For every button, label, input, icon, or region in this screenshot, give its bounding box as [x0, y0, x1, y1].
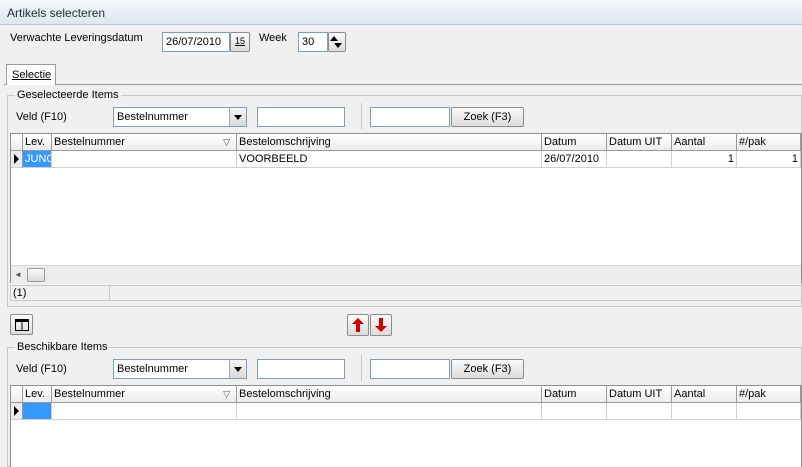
record-count: (1) — [13, 287, 27, 299]
week-field[interactable]: 30 — [298, 32, 328, 52]
chevron-down-icon[interactable] — [229, 360, 246, 378]
sort-icon: ▽ — [223, 137, 230, 147]
column-header-pak[interactable]: #/pak — [737, 386, 801, 403]
row-header-corner — [11, 134, 23, 151]
red-down-arrow-icon[interactable] — [370, 314, 392, 336]
columns-icon[interactable] — [10, 314, 33, 335]
column-header-pak[interactable]: #/pak — [737, 134, 801, 151]
window-title: Artikels selecteren — [7, 6, 106, 20]
row-header-corner — [11, 386, 23, 403]
table-cell-datum-uit[interactable] — [607, 403, 672, 420]
table-cell-pak[interactable]: 1 — [737, 151, 801, 168]
selected-items-grid: Lev. Bestelnummer ▽ Bestelomschrijving D… — [10, 133, 802, 283]
tab-selectie-label: Selectie — [12, 69, 52, 81]
scroll-left-icon[interactable]: ◄ — [14, 270, 22, 279]
table-cell-bestelomschrijving[interactable]: VOORBEELD — [237, 151, 542, 168]
calendar-icon[interactable]: 15 — [230, 32, 250, 52]
status-divider — [109, 286, 110, 300]
table-cell-pak[interactable] — [737, 403, 801, 420]
selected-items-title: Geselecteerde Items — [15, 89, 121, 101]
selected-field-value: Bestelnummer — [117, 111, 188, 123]
tab-panel-border — [4, 84, 802, 85]
table-cell-datum[interactable]: 26/07/2010 — [542, 151, 607, 168]
available-items-title: Beschikbare Items — [15, 341, 110, 353]
selected-field-label: Veld (F10) — [16, 111, 67, 123]
table-cell-bestelomschrijving[interactable] — [237, 403, 542, 420]
column-header-aantal[interactable]: Aantal — [672, 134, 737, 151]
table-cell-aantal[interactable] — [672, 403, 737, 420]
delivery-date-field[interactable]: 26/07/2010 — [162, 32, 230, 52]
selected-search-input[interactable] — [257, 107, 345, 127]
delivery-date-label: Verwachte Leveringsdatum — [10, 32, 143, 44]
column-header-lev[interactable]: Lev. — [23, 134, 52, 151]
column-header-datum-uit[interactable]: Datum UIT — [607, 134, 672, 151]
available-field-select[interactable]: Bestelnummer — [113, 359, 247, 379]
table-cell-bestelnummer[interactable] — [52, 403, 237, 420]
tab-selectie[interactable]: Selectie — [6, 64, 56, 85]
column-header-bestelnummer[interactable]: Bestelnummer ▽ — [52, 386, 237, 403]
available-search-input[interactable] — [257, 359, 345, 379]
table-cell-datum[interactable] — [542, 403, 607, 420]
column-header-datum-uit[interactable]: Datum UIT — [607, 386, 672, 403]
column-header-datum[interactable]: Datum — [542, 134, 607, 151]
column-header-datum[interactable]: Datum — [542, 386, 607, 403]
horizontal-scrollbar[interactable]: ◄ — [11, 265, 801, 283]
table-cell-lev[interactable]: JUNC — [23, 151, 52, 168]
column-header-bestelomschrijving[interactable]: Bestelomschrijving — [237, 386, 542, 403]
available-search-input-2[interactable] — [370, 359, 450, 379]
available-field-label: Veld (F10) — [16, 363, 67, 375]
selected-search-input-2[interactable] — [370, 107, 450, 127]
row-indicator[interactable] — [11, 151, 23, 168]
available-search-button[interactable]: Zoek (F3) — [451, 359, 524, 379]
column-header-aantal[interactable]: Aantal — [672, 386, 737, 403]
table-cell-bestelnummer[interactable] — [52, 151, 237, 168]
available-items-grid: Lev. Bestelnummer ▽ Bestelomschrijving D… — [10, 385, 802, 467]
status-bar: (1) — [10, 285, 802, 301]
separator — [361, 103, 362, 129]
chevron-down-icon[interactable] — [229, 108, 246, 126]
selected-field-select[interactable]: Bestelnummer — [113, 107, 247, 127]
scroll-thumb[interactable] — [27, 268, 45, 282]
selected-search-button[interactable]: Zoek (F3) — [451, 107, 524, 127]
column-header-bestelnummer-label: Bestelnummer — [54, 388, 125, 400]
row-indicator[interactable] — [11, 403, 23, 420]
column-header-bestelomschrijving[interactable]: Bestelomschrijving — [237, 134, 542, 151]
week-label: Week — [259, 32, 287, 44]
table-cell-lev[interactable] — [23, 403, 52, 420]
separator — [361, 355, 362, 381]
column-header-lev[interactable]: Lev. — [23, 386, 52, 403]
table-cell-aantal[interactable]: 1 — [672, 151, 737, 168]
column-header-bestelnummer-label: Bestelnummer — [54, 136, 125, 148]
available-field-value: Bestelnummer — [117, 363, 188, 375]
title-bar: Artikels selecteren — [0, 0, 802, 25]
spinner-icon[interactable] — [328, 32, 346, 52]
column-header-bestelnummer[interactable]: Bestelnummer ▽ — [52, 134, 237, 151]
table-cell-datum-uit[interactable] — [607, 151, 672, 168]
sort-icon: ▽ — [223, 389, 230, 399]
red-up-arrow-icon[interactable] — [347, 314, 369, 336]
